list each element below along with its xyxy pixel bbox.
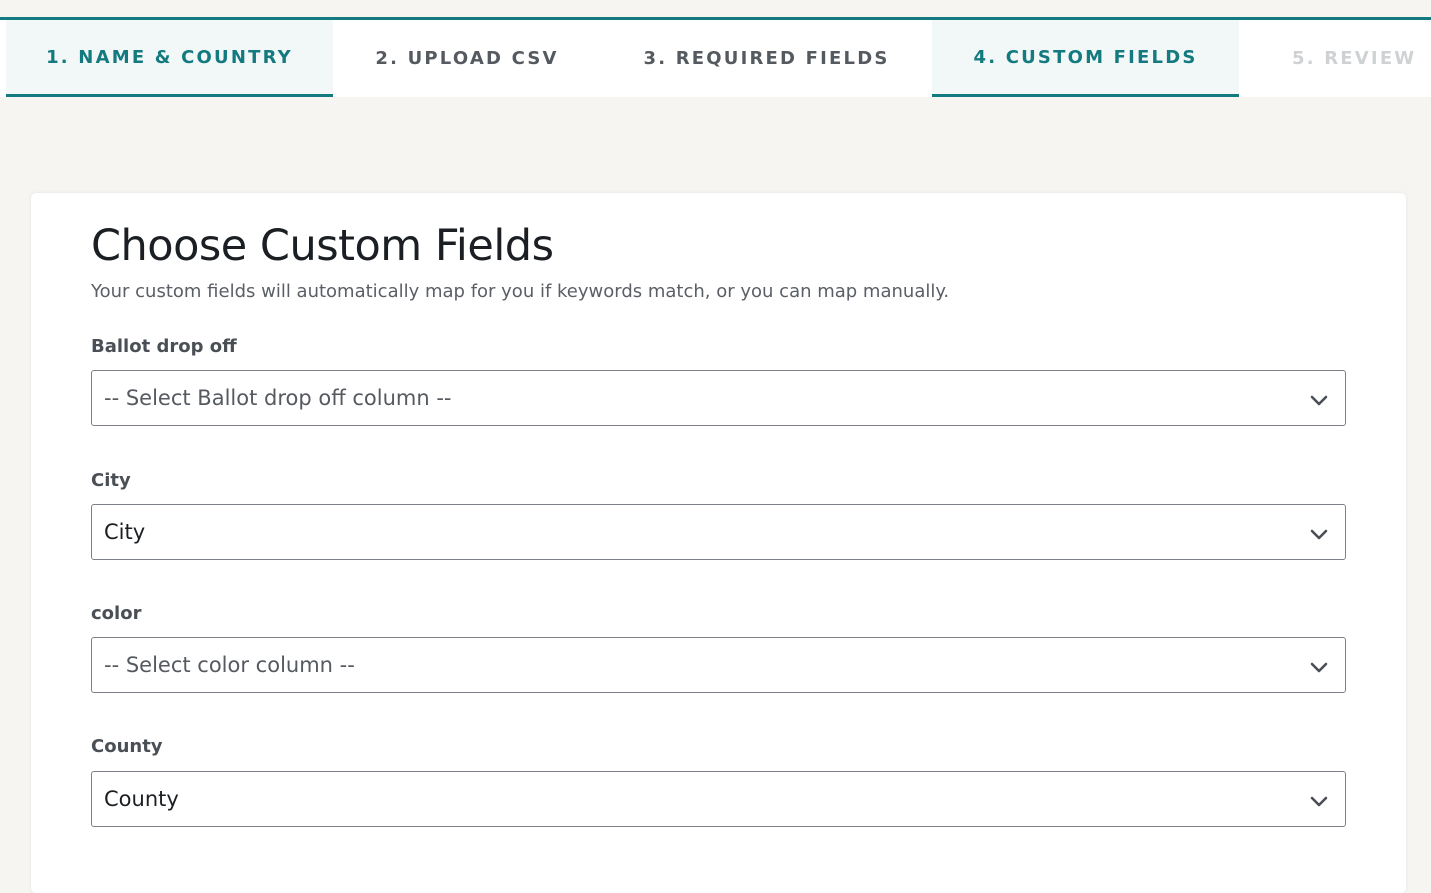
county-value: County [104, 787, 179, 811]
field-label-ballot-drop-off: Ballot drop off [91, 336, 237, 357]
page-title: Choose Custom Fields [91, 221, 554, 271]
chevron-down-icon [1310, 796, 1328, 807]
ballot-drop-off-select[interactable]: -- Select Ballot drop off column -- [91, 370, 1346, 426]
field-label-county: County [91, 736, 163, 757]
field-label-color: color [91, 603, 142, 624]
step-required-fields[interactable]: 3. REQUIRED FIELDS [601, 20, 932, 97]
step-custom-fields[interactable]: 4. CUSTOM FIELDS [932, 20, 1239, 97]
step-name-country[interactable]: 1. NAME & COUNTRY [6, 20, 333, 97]
custom-fields-card: Choose Custom Fields Your custom fields … [31, 193, 1406, 893]
chevron-down-icon [1310, 662, 1328, 673]
step-nav: 1. NAME & COUNTRY 2. UPLOAD CSV 3. REQUI… [0, 20, 1431, 97]
step-review: 5. REVIEW [1292, 48, 1417, 69]
city-select[interactable]: City [91, 504, 1346, 560]
city-value: City [104, 520, 146, 544]
page-subtitle: Your custom fields will automatically ma… [91, 281, 950, 302]
ballot-drop-off-value: -- Select Ballot drop off column -- [104, 386, 452, 410]
color-select[interactable]: -- Select color column -- [91, 637, 1346, 693]
color-value: -- Select color column -- [104, 653, 355, 677]
chevron-down-icon [1310, 395, 1328, 406]
field-label-city: City [91, 470, 131, 491]
county-select[interactable]: County [91, 771, 1346, 827]
step-upload-csv[interactable]: 2. UPLOAD CSV [333, 20, 601, 97]
chevron-down-icon [1310, 529, 1328, 540]
